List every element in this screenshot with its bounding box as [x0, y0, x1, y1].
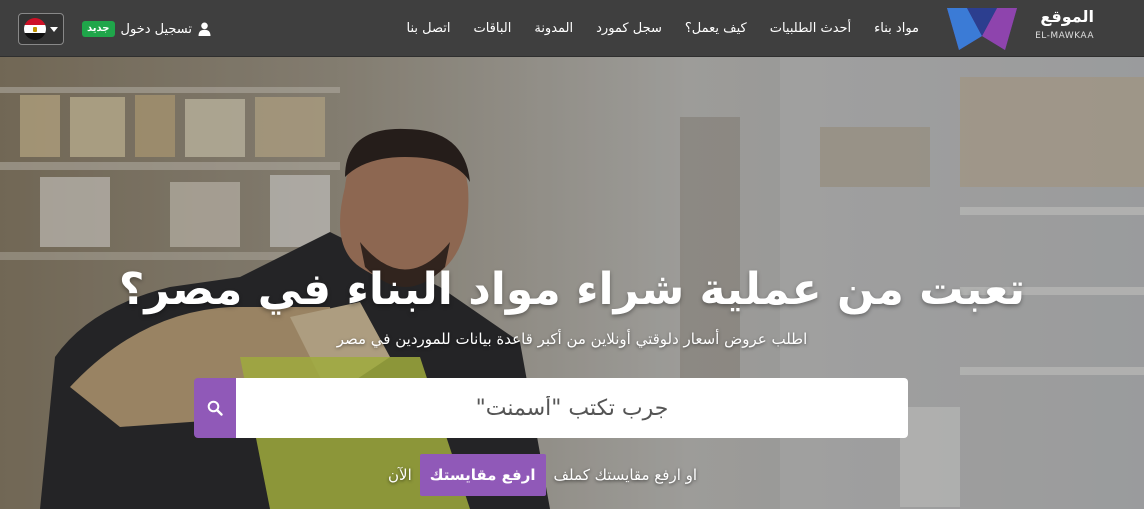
main-nav: مواد بناء أحدث الطلبيات كيف يعمل؟ سجل كم…	[406, 0, 919, 56]
language-dropdown[interactable]	[18, 13, 64, 45]
hero-subtitle: اطلب عروض أسعار دلوقتي أونلاين من أكبر ق…	[336, 330, 808, 348]
search-button[interactable]	[194, 378, 236, 438]
top-navbar: الموقع EL-MAWKAA مواد بناء أحدث الطلبيات…	[0, 0, 1144, 57]
caret-down-icon	[50, 26, 58, 32]
search-input[interactable]	[236, 378, 908, 438]
egypt-flag-icon	[24, 18, 46, 40]
nav-contact[interactable]: اتصل بنا	[406, 21, 450, 36]
upload-cta: او ارفع مقايستك كملف ارفع مقايستك الآن	[388, 454, 697, 496]
logo-mark-icon	[947, 8, 1017, 50]
hero-title: تعبت من عملية شراء مواد البناء في مصر؟	[118, 264, 1026, 315]
search-icon	[207, 400, 223, 416]
upload-boq-button[interactable]: ارفع مقايستك	[419, 454, 546, 496]
hero-section: تعبت من عملية شراء مواد البناء في مصر؟ ا…	[0, 57, 1144, 509]
logo-name-arabic: الموقع	[1040, 7, 1094, 26]
user-icon	[198, 22, 211, 36]
nav-latest-orders[interactable]: أحدث الطلبيات	[770, 21, 851, 36]
site-logo[interactable]: الموقع EL-MAWKAA	[944, 6, 1094, 52]
nav-packages[interactable]: الباقات	[473, 21, 511, 36]
login-label: تسجيل دخول	[120, 21, 193, 37]
search-bar	[194, 378, 908, 438]
logo-name-english: EL-MAWKAA	[1035, 31, 1094, 41]
nav-how-it-works[interactable]: كيف يعمل؟	[685, 21, 747, 36]
nav-blog[interactable]: المدونة	[534, 21, 573, 36]
new-badge: جديد	[82, 21, 115, 37]
upload-cta-suffix: الآن	[388, 466, 412, 484]
nav-register-supplier[interactable]: سجل كمورد	[596, 21, 662, 36]
logo-text: الموقع EL-MAWKAA	[1032, 6, 1094, 42]
nav-building-materials[interactable]: مواد بناء	[874, 21, 919, 36]
upload-cta-prefix: او ارفع مقايستك كملف	[553, 466, 698, 484]
login-link[interactable]: جديد تسجيل دخول	[82, 18, 211, 40]
